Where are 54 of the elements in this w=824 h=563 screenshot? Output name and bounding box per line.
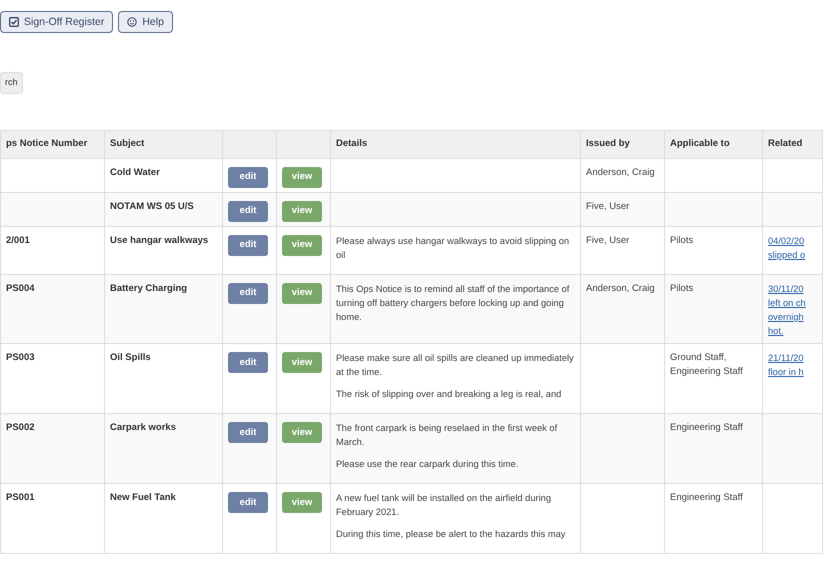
smiley-icon xyxy=(127,17,138,27)
subject-text: Use hangar walkways xyxy=(110,235,208,246)
view-button[interactable]: view xyxy=(282,422,322,444)
view-button[interactable]: view xyxy=(282,235,322,256)
notice-number: PS002 xyxy=(6,422,35,434)
subject-text: Battery Charging xyxy=(110,283,188,294)
details-text: Please make sure all oil spills are cleaned up immediately at the time. xyxy=(336,352,575,380)
issuer-name: Five, User xyxy=(586,200,630,214)
edit-button[interactable]: edit xyxy=(228,422,268,444)
applicable-text: Engineering Staff xyxy=(670,491,743,506)
issuer-name: Five, User xyxy=(586,234,630,248)
details-text: During this time, please be alert to the hazards this may xyxy=(336,528,566,542)
view-button[interactable]: view xyxy=(282,201,322,222)
view-button[interactable]: view xyxy=(282,352,322,374)
subject-text: NOTAM WS 05 U/S xyxy=(110,201,194,212)
notice-number: PS003 xyxy=(6,352,35,364)
issuer-name: Anderson, Craig xyxy=(586,282,655,296)
edit-button[interactable]: edit xyxy=(228,283,268,304)
view-button[interactable]: view xyxy=(282,492,322,514)
subject-text: Oil Spills xyxy=(110,352,151,364)
issuer-name: Anderson, Craig xyxy=(586,166,655,180)
edit-button[interactable]: edit xyxy=(228,201,268,222)
notice-number: 2/001 xyxy=(6,235,30,246)
edit-button[interactable]: edit xyxy=(228,235,268,256)
subject-text: Cold Water xyxy=(110,167,160,178)
notice-number: PS004 xyxy=(6,283,35,294)
toolbar-button[interactable]: Help xyxy=(118,11,173,33)
applicable-text: Engineering Staff xyxy=(670,421,743,436)
applicable-text: Pilots xyxy=(670,282,694,296)
edit-button[interactable]: edit xyxy=(228,492,268,514)
details-text: Please always use hangar walkways to avoid slipping on oil xyxy=(336,235,570,262)
column-header: Applicable to xyxy=(664,130,762,158)
details-text: A new fuel tank will be installed on the airfield during February 2021. xyxy=(336,492,552,520)
column-header: Details xyxy=(330,130,580,158)
applicable-text: Ground Staff, Engineering Staff xyxy=(670,351,743,380)
notice-number: PS001 xyxy=(6,492,35,504)
column-header: ps Notice Number xyxy=(0,130,104,158)
subject-text: New Fuel Tank xyxy=(110,492,176,504)
view-button[interactable]: view xyxy=(282,283,322,304)
details-text: Please use the rear carpark during this time. xyxy=(336,458,520,472)
details-text: The front carpark is being reselaed in the first week of March. xyxy=(336,422,558,450)
edit-button[interactable]: edit xyxy=(228,352,268,374)
column-header: Issued by xyxy=(580,130,664,158)
edit-button[interactable]: edit xyxy=(228,167,268,188)
column-header: Related xyxy=(762,130,822,158)
details-text: This Ops Notice is to remind all staff of the importance of turning off battery chargers before locking up and going home. xyxy=(336,283,570,324)
subject-text: Carpark works xyxy=(110,422,176,434)
details-text: The risk of slipping over and breaking a leg is real, and xyxy=(336,388,562,402)
column-header: Subject xyxy=(104,130,222,158)
search-button[interactable]: rch xyxy=(0,72,23,94)
applicable-text: Pilots xyxy=(670,234,694,248)
view-button[interactable]: view xyxy=(282,167,322,188)
toolbar-button[interactable]: Sign-Off Register xyxy=(0,11,114,33)
checkbox-icon xyxy=(9,17,19,27)
